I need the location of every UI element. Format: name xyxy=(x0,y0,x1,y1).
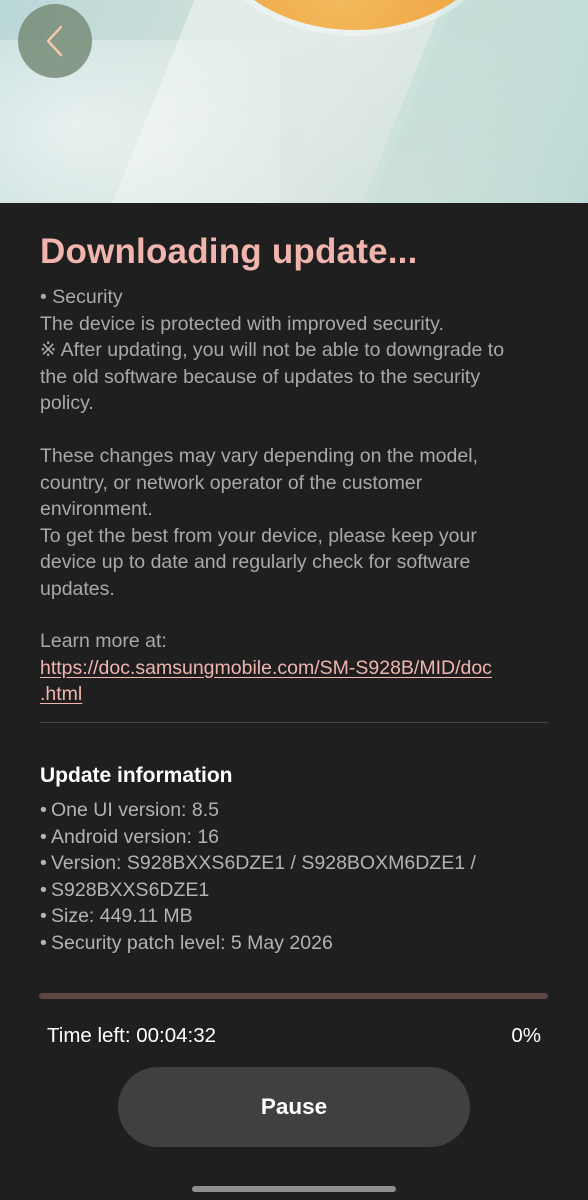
release-note-line: country, or network operator of the cust… xyxy=(40,471,423,494)
release-note-line: The device is protected with improved se… xyxy=(40,312,444,335)
release-note-line: ※ After updating, you will not be able t… xyxy=(40,339,505,361)
update-info-item: Security patch level: 5 May 2026 xyxy=(40,930,550,957)
back-button[interactable] xyxy=(18,4,92,78)
update-info-list: One UI version: 8.5 Android version: 16 … xyxy=(40,797,550,956)
update-info-item: Android version: 16 xyxy=(40,824,550,851)
release-note-line: policy. xyxy=(40,392,94,414)
section-divider xyxy=(40,722,548,723)
update-info-item: Size: 449.11 MB xyxy=(40,903,550,930)
release-notes-security: • Security The device is protected with … xyxy=(40,284,550,417)
progress-percent-label: 0% xyxy=(511,1024,541,1047)
page-title: Downloading update... xyxy=(40,232,418,271)
navigation-gesture-bar[interactable] xyxy=(192,1186,396,1192)
release-note-line: updates. xyxy=(40,577,115,600)
learn-more-link[interactable]: https://doc.samsungmobile.com/SM-S928B/M… xyxy=(40,655,550,682)
update-info-item: S928BXXS6DZE1 xyxy=(40,877,550,904)
update-info-item: Version: S928BXXS6DZE1 / S928BOXM6DZE1 / xyxy=(40,850,550,877)
release-note-line: environment. xyxy=(40,498,153,520)
release-note-line: the old software because of updates to t… xyxy=(40,365,481,388)
learn-more-section: Learn more at: https://doc.samsungmobile… xyxy=(40,628,550,708)
release-note-line: device up to date and regularly check fo… xyxy=(40,551,471,573)
release-note-line: • Security xyxy=(40,286,123,308)
pause-button[interactable]: Pause xyxy=(118,1067,470,1147)
release-notes-disclaimer: These changes may vary depending on the … xyxy=(40,443,550,602)
time-left-label: Time left: 00:04:32 xyxy=(47,1024,217,1047)
download-progress-bar xyxy=(39,993,548,999)
update-info-heading: Update information xyxy=(40,764,233,787)
release-note-line: To get the best from your device, please… xyxy=(40,524,477,547)
update-info-item: One UI version: 8.5 xyxy=(40,797,550,824)
learn-more-link-continued[interactable]: .html xyxy=(40,681,550,708)
chevron-left-icon xyxy=(46,25,63,57)
release-note-line: These changes may vary depending on the … xyxy=(40,445,478,467)
learn-more-label: Learn more at: xyxy=(40,630,167,652)
header-artwork xyxy=(0,0,588,203)
